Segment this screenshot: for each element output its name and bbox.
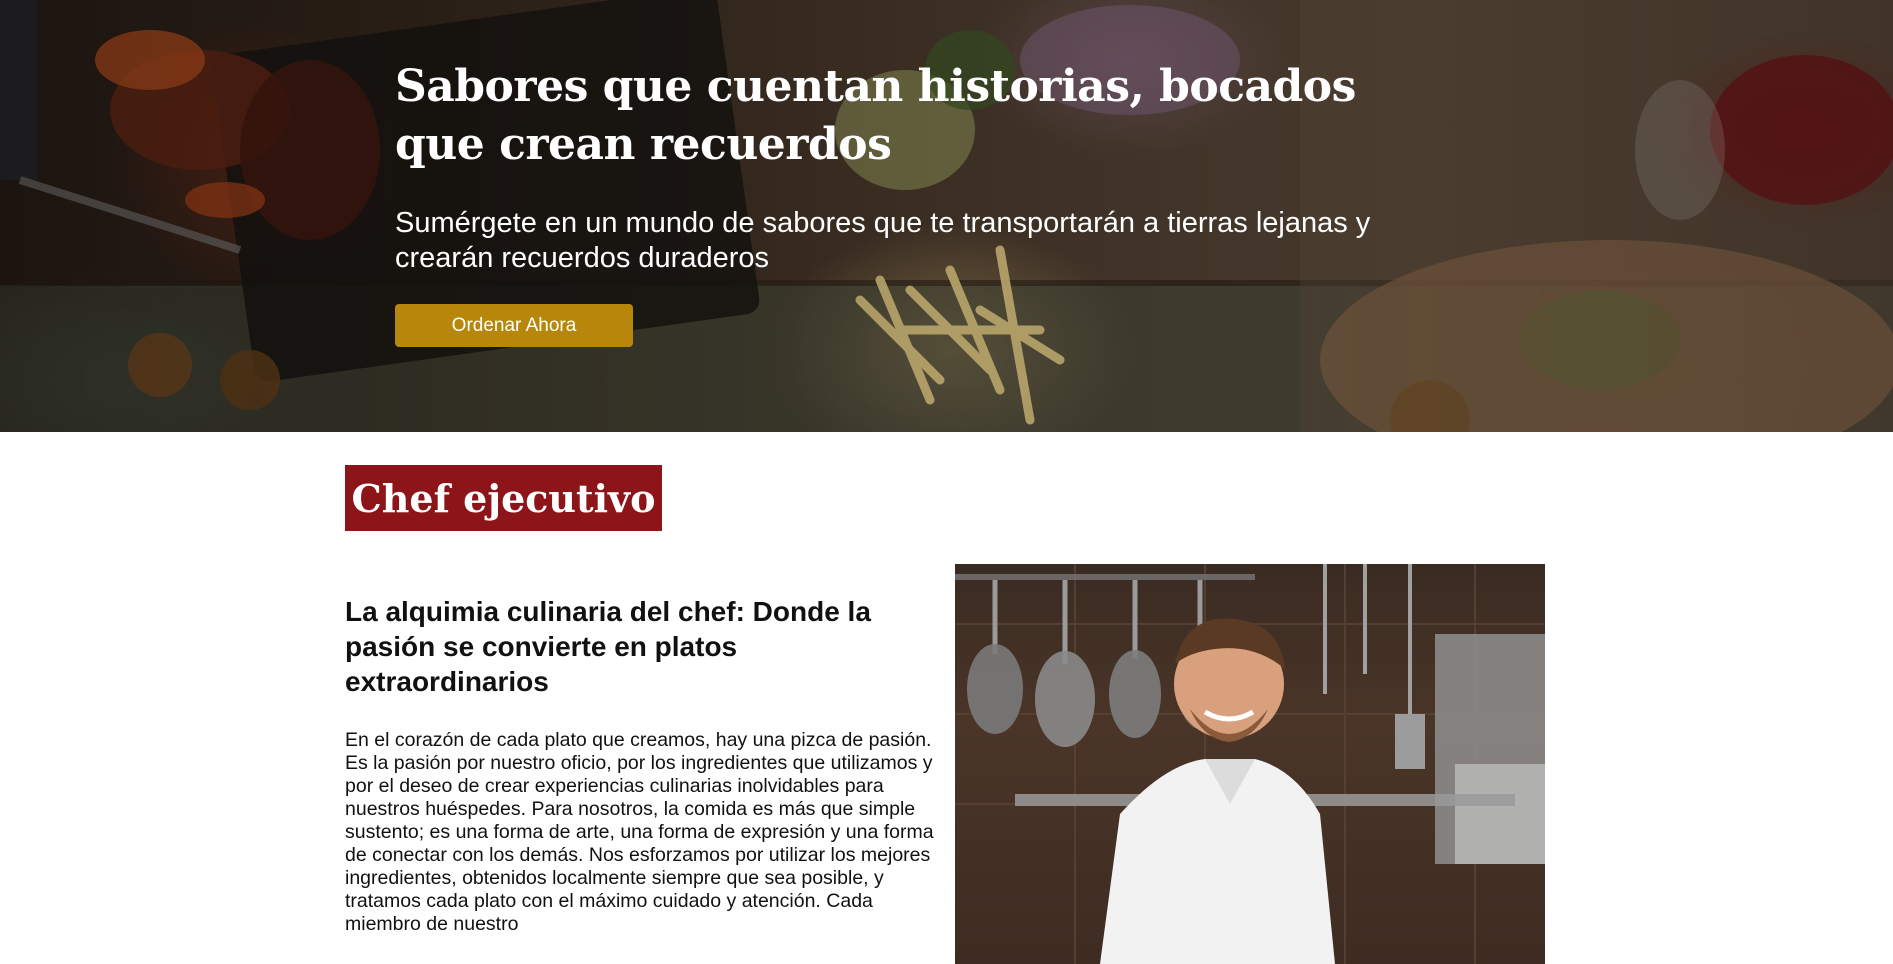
chef-paragraph: En el corazón de cada plato que creamos,… (345, 729, 934, 935)
order-now-button[interactable]: Ordenar Ahora (395, 304, 633, 347)
section-badge-chef-ejecutivo: Chef ejecutivo (345, 465, 662, 531)
section-badge-label: Chef ejecutivo (351, 475, 656, 521)
hero-subtitle: Sumérgete en un mundo de sabores que te … (395, 207, 1371, 274)
chef-heading: La alquimia culinaria del chef: Donde la… (345, 596, 871, 697)
hero-content: Sabores que cuentan historias, bocados q… (395, 58, 1455, 347)
chef-photo-image (955, 564, 1545, 964)
hero-title: Sabores que cuentan historias, bocados q… (395, 61, 1356, 170)
hero-banner: Sabores que cuentan historias, bocados q… (0, 0, 1893, 432)
chef-photo (955, 564, 1545, 964)
chef-text-block: La alquimia culinaria del chef: Donde la… (345, 594, 937, 936)
